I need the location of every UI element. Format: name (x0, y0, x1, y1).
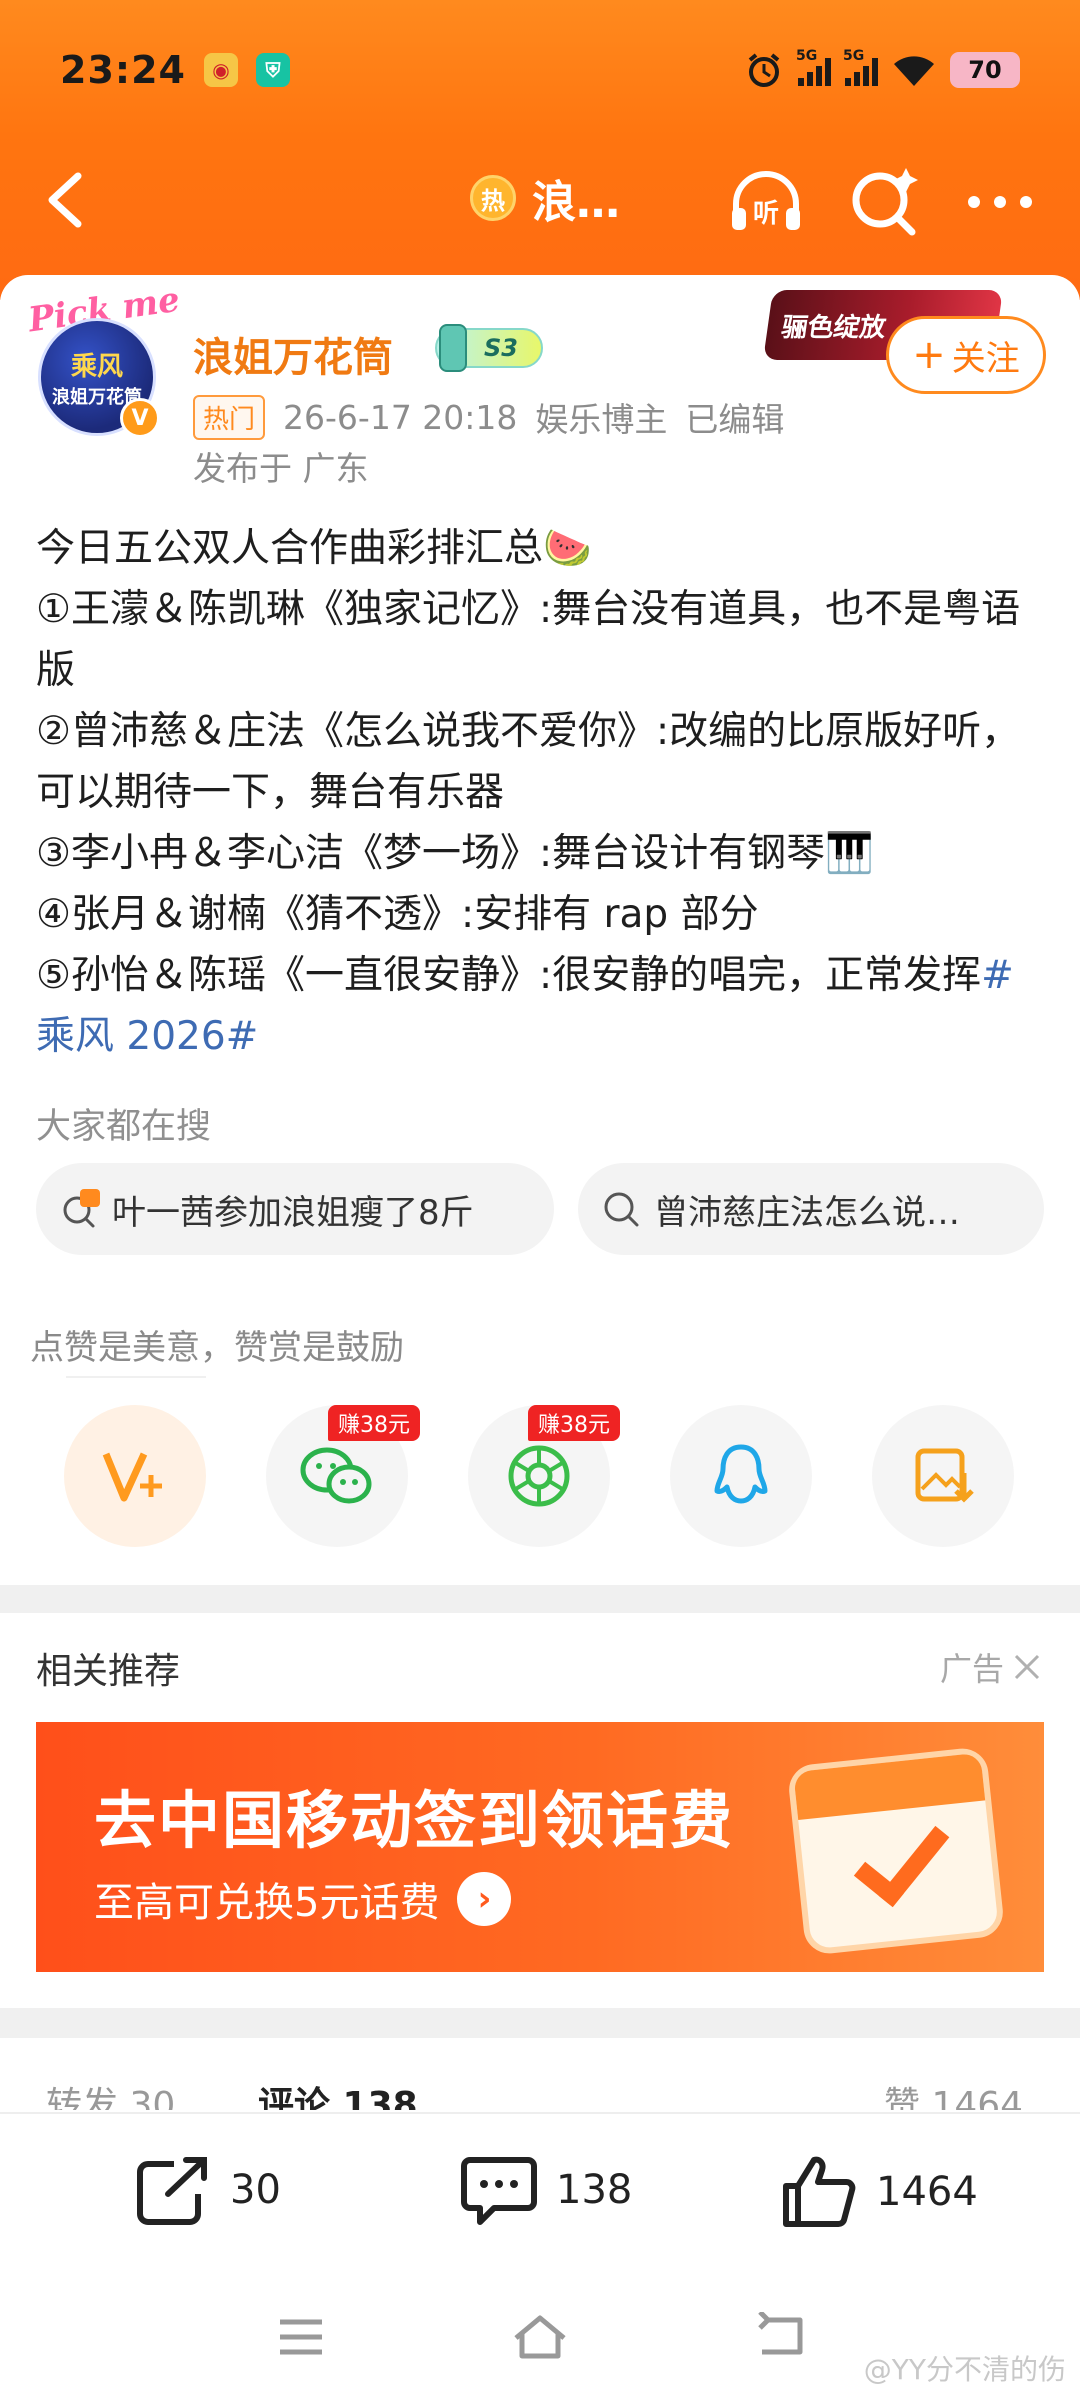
bottle-icon (439, 324, 467, 372)
tabs-peek: 转发 30 评论 138 赞 1464 (0, 2070, 1080, 2110)
close-icon[interactable] (1012, 1652, 1042, 1682)
vplus-icon (102, 1452, 162, 1502)
qq-icon (714, 1444, 768, 1504)
comment-count: 138 (556, 2167, 633, 2213)
ad-label[interactable]: 广告 (940, 1644, 1042, 1690)
post-timestamp: 26-6-17 20:18 (283, 397, 518, 437)
thumbs-up-icon (783, 2156, 856, 2227)
reward-tip: 点赞是美意，赞赏是鼓励 (30, 1328, 404, 1368)
avatar-text-1: 乘风 (70, 351, 123, 382)
status-bar: 23:24 ◉ ⛨ 5G 5G 70 (0, 0, 1080, 140)
action-bar: 30 138 1464 (0, 2112, 1080, 2282)
more-icon[interactable] (960, 164, 1040, 240)
tab-like[interactable]: 赞 1464 (884, 2076, 1023, 2110)
comment-icon (461, 2157, 537, 2225)
earn-moments-tag: 赚38元 (528, 1405, 620, 1441)
tab-comment[interactable]: 评论 138 (258, 2076, 418, 2110)
vplus-reward-button[interactable] (64, 1405, 206, 1547)
hot-topic-icon: 热 (470, 175, 516, 221)
alarm-icon (748, 53, 780, 87)
repost-button[interactable]: 30 (134, 2154, 281, 2226)
search-chip-1-label: 叶一茜参加浪姐瘦了8斤 (112, 1192, 474, 1233)
moments-icon (508, 1445, 570, 1507)
repost-icon (137, 2157, 207, 2225)
section-divider-2 (0, 2008, 1080, 2038)
home-icon[interactable] (512, 2312, 568, 2362)
author-type: 娱乐博主 (535, 400, 668, 439)
repost-count: 30 (230, 2167, 281, 2213)
hot-tag: 热门 (193, 394, 266, 440)
author-name[interactable]: 浪姐万花筒 (193, 325, 393, 383)
share-qq-button[interactable] (670, 1405, 812, 1547)
save-image-button[interactable] (872, 1405, 1014, 1547)
like-count: 1464 (876, 2169, 978, 2215)
battery-indicator: 70 (950, 52, 1020, 88)
search-chip-2-label: 曾沛慈庄法怎么说… (654, 1192, 960, 1233)
calendar-icon (786, 1746, 1006, 1956)
listen-label: 听 (753, 199, 779, 229)
search-chip-2[interactable]: 曾沛慈庄法怎么说… (578, 1163, 1044, 1255)
edited-label[interactable]: 已编辑 (685, 393, 784, 441)
reward-divider (66, 1376, 206, 1378)
signal-1-label: 5G (796, 48, 818, 64)
arrow-right-icon: › (457, 1872, 512, 1926)
signal-2-label: 5G (843, 48, 865, 64)
level-label: S3 (484, 334, 518, 362)
save-image-icon (915, 1448, 974, 1503)
listen-icon[interactable]: 听 (726, 164, 806, 240)
hot-search-icon (60, 1189, 100, 1229)
search-section-title: 大家都在搜 (36, 1107, 212, 1147)
ad-banner[interactable]: 去中国移动签到领话费 至高可兑换5元话费 › (36, 1722, 1044, 1972)
back-nav-icon[interactable] (754, 2312, 806, 2362)
ad-sub-text: 至高可兑换5元话费 (94, 1880, 440, 1926)
security-app-icon: ⛨ (255, 53, 290, 87)
search-chip-1[interactable]: 叶一茜参加浪姐瘦了8斤 (36, 1163, 554, 1255)
signal-1-icon: 5G (796, 48, 831, 86)
nav-bar: 热 浪… 听 (0, 140, 1080, 260)
weibo-app-icon: ◉ (203, 53, 238, 87)
back-icon[interactable] (36, 168, 96, 232)
ad-headline: 去中国移动签到领话费 (94, 1784, 735, 1857)
wechat-icon (300, 1447, 372, 1504)
watermark: @YY分不清的伤 (863, 2353, 1066, 2386)
post-location: 发布于 广东 (193, 449, 369, 488)
like-button[interactable]: 1464 (780, 2154, 978, 2230)
follow-label: 关注 (951, 338, 1020, 379)
ad-subline: 至高可兑换5元话费 › (94, 1870, 512, 1928)
comment-button[interactable]: 138 (460, 2154, 632, 2226)
recommend-title: 相关推荐 (36, 1651, 181, 1692)
ad-label-text: 广告 (939, 1650, 1004, 1688)
search-icon-small (602, 1189, 642, 1229)
follow-button[interactable]: + 关注 (886, 316, 1046, 394)
search-icon[interactable] (846, 164, 926, 240)
verified-badge: V (120, 398, 160, 438)
post-meta: 热门 26-6-17 20:18 娱乐博主 已编辑 (193, 393, 784, 441)
tab-repost[interactable]: 转发 30 (46, 2076, 175, 2110)
status-time: 23:24 (60, 48, 186, 92)
section-divider-1 (0, 1585, 1080, 1613)
earn-wechat-tag: 赚38元 (328, 1405, 420, 1441)
post-body: 今日五公双人合作曲彩排汇总🍉 ①王濛＆陈凯琳《独家记忆》:舞台没有道具，也不是粤… (36, 518, 1046, 1067)
nav-title-area[interactable]: 热 浪… (470, 166, 620, 230)
signal-2-icon: 5G (843, 48, 878, 86)
plus-icon: + (912, 332, 946, 378)
level-badge[interactable]: S3 (435, 324, 543, 372)
post-text: 今日五公双人合作曲彩排汇总🍉 ①王濛＆陈凯琳《独家记忆》:舞台没有道具，也不是粤… (36, 526, 1021, 998)
nav-title: 浪… (532, 177, 620, 228)
wifi-icon (894, 56, 934, 86)
menu-icon[interactable] (276, 2312, 326, 2362)
